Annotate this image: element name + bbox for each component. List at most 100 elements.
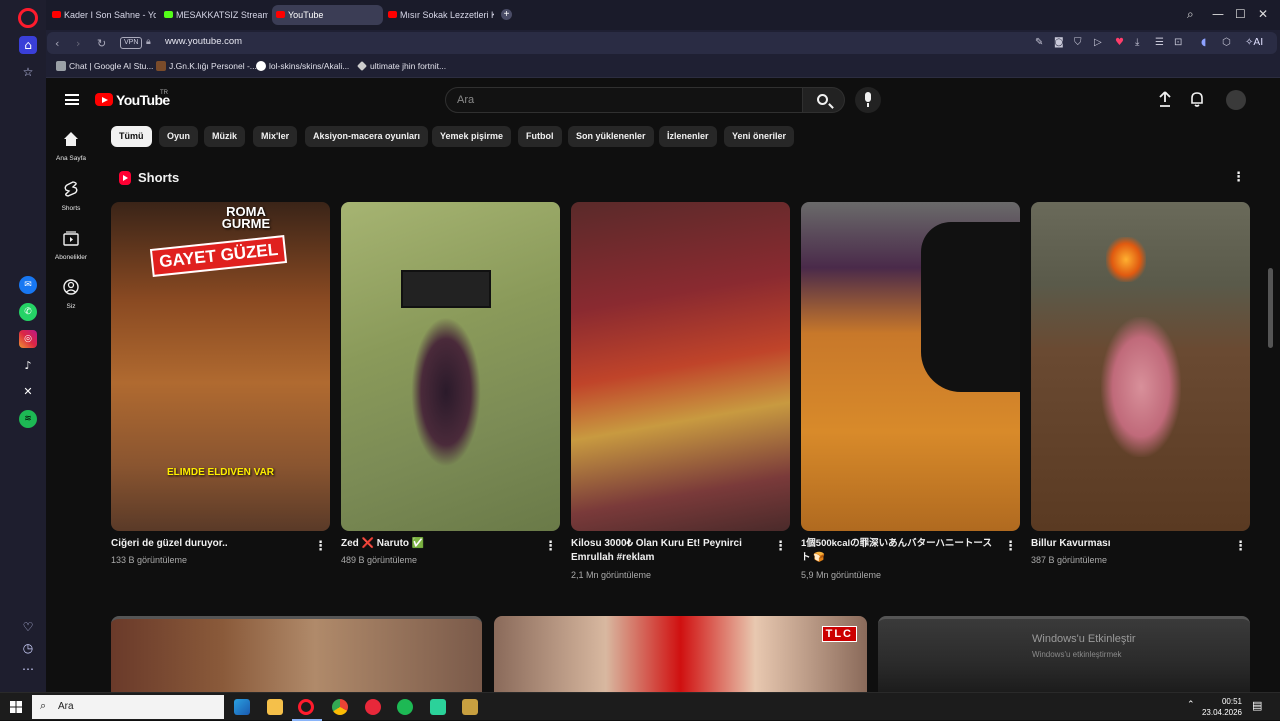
download-icon[interactable]: ⤓ [1135, 37, 1139, 48]
youtube-logo-icon[interactable] [95, 93, 113, 106]
short-thumbnail[interactable] [801, 202, 1020, 531]
clock-date: 23.04.2026 [1201, 708, 1242, 717]
red-app-icon[interactable] [365, 699, 381, 715]
chip-action-adventure[interactable]: Aksiyon-macera oyunları [305, 126, 429, 147]
shield-icon[interactable]: ⛉ [1074, 37, 1082, 48]
short-more-icon[interactable]: ⋮ [1004, 540, 1017, 553]
chrome-icon[interactable] [332, 699, 348, 715]
play-icon[interactable]: ▷ [1094, 37, 1102, 48]
short-title[interactable]: Ciğeri de güzel duruyor.. [111, 537, 301, 551]
tab-youtube[interactable]: YouTube [272, 5, 383, 25]
opera-logo[interactable] [18, 8, 38, 28]
video-thumbnail[interactable]: TLC [494, 616, 867, 692]
mail-app-icon[interactable] [234, 699, 250, 715]
tab-misir-sokak[interactable]: Mısır Sokak Lezzetleri Kos [384, 5, 494, 25]
tab-mesakkatsiz[interactable]: MESAKKATSIZ Stream - W [160, 5, 268, 25]
search-button[interactable] [803, 87, 845, 113]
whatsapp-taskbar-icon[interactable] [430, 699, 446, 715]
upload-icon[interactable] [1159, 91, 1171, 107]
url-text[interactable]: www.youtube.com [165, 36, 242, 47]
short-more-icon[interactable]: ⋮ [1234, 540, 1247, 553]
guide-shorts[interactable]: Shorts [48, 181, 94, 212]
short-thumbnail[interactable] [341, 202, 560, 531]
short-thumbnail[interactable]: ROMA GURME GAYET GÜZEL ELIMDE ELDIVEN VA… [111, 202, 330, 531]
account-avatar[interactable] [1226, 90, 1246, 110]
audio-icon[interactable]: ◖ [1201, 37, 1206, 48]
chip-games[interactable]: Oyun [159, 126, 199, 147]
spotify-taskbar-icon[interactable] [397, 699, 413, 715]
lock-icon[interactable]: 🔒︎ [146, 37, 151, 47]
league-client-icon[interactable] [462, 699, 478, 715]
guide-subscriptions[interactable]: Abonelikler [48, 230, 94, 261]
chip-cooking[interactable]: Yemek pişirme [432, 126, 512, 147]
short-thumbnail[interactable] [1031, 202, 1250, 531]
user-circle-icon [63, 279, 79, 295]
short-title[interactable]: Billur Kavurması [1031, 537, 1221, 551]
menu-hamburger-icon[interactable] [65, 94, 79, 105]
chip-all[interactable]: Tümü [111, 126, 152, 147]
voice-search-button[interactable] [855, 87, 881, 113]
opera-taskbar-icon[interactable] [298, 699, 314, 715]
file-explorer-icon[interactable] [267, 699, 283, 715]
history-clock-icon[interactable]: ◷ [19, 639, 37, 657]
windows-start-icon[interactable] [10, 701, 22, 713]
short-thumbnail[interactable] [571, 202, 790, 531]
maximize-button[interactable]: ☐ [1235, 7, 1246, 21]
notifications-bell-icon[interactable] [1190, 91, 1204, 107]
edit-icon[interactable]: ✎ [1035, 37, 1043, 48]
tray-chevron-icon[interactable]: ⌃ [1187, 700, 1195, 710]
instagram-icon[interactable]: ◎ [19, 330, 37, 348]
short-title[interactable]: 1個500kcalの罪深いあんバターハニートースト 🍞 [801, 537, 997, 565]
short-more-icon[interactable]: ⋮ [314, 540, 327, 553]
tiktok-icon[interactable]: ♪ [19, 357, 37, 375]
minimize-button[interactable]: — [1212, 7, 1224, 21]
vpn-badge[interactable]: VPN [120, 37, 143, 49]
search-input[interactable]: Ara [445, 87, 803, 113]
chip-football[interactable]: Futbol [518, 126, 562, 147]
taskbar-search-input[interactable]: ⌕ Ara [32, 695, 224, 719]
chip-music[interactable]: Müzik [204, 126, 246, 147]
bookmark-jandarma-personel[interactable]: J.Gn.K.lığı Personel -... [156, 61, 257, 71]
windows-activation-watermark: Windows'u Etkinleştir [1032, 633, 1136, 645]
tab-search-icon[interactable]: ⌕ [1187, 7, 1194, 22]
extensions-cube-icon[interactable]: ⬡ [1222, 37, 1231, 48]
forward-icon[interactable]: › [76, 37, 80, 50]
more-dots-icon[interactable]: ⋯ [19, 660, 37, 678]
aria-ai-button[interactable]: ✧AI [1245, 37, 1263, 48]
messenger-icon[interactable]: ✉ [19, 276, 37, 294]
short-more-icon[interactable]: ⋮ [774, 540, 787, 553]
bookmark-lol-skins[interactable]: lol-skins/skins/Akali... [256, 61, 349, 71]
chip-mixes[interactable]: Mix'ler [253, 126, 298, 147]
snapshot-icon[interactable]: ⊡ [1174, 37, 1182, 48]
spotify-icon[interactable]: ≋ [19, 410, 37, 428]
video-thumbnail[interactable] [111, 616, 482, 692]
favorites-heart-icon[interactable]: ♡ [19, 618, 37, 636]
guide-you[interactable]: Siz [48, 279, 94, 310]
camera-icon[interactable]: ◙ [1054, 37, 1064, 48]
guide-home[interactable]: Ana Sayfa [48, 131, 94, 162]
bookmark-google-ai-studio[interactable]: Chat | Google AI Stu... [56, 61, 153, 71]
chip-new-to-you[interactable]: Yeni öneriler [724, 126, 795, 147]
x-twitter-icon[interactable]: ✕ [19, 383, 37, 401]
video-thumbnail[interactable]: Windows'u Etkinleştir Windows'u etkinleş… [878, 616, 1250, 692]
chip-recently-uploaded[interactable]: Son yüklenenler [568, 126, 654, 147]
notification-center-icon[interactable]: ▤ [1252, 699, 1262, 712]
chip-watched[interactable]: İzlenenler [659, 126, 717, 147]
bookmark-ultimate-jhin[interactable]: ultimate jhin fortnit... [357, 61, 446, 71]
shorts-more-icon[interactable]: ⋮ [1232, 171, 1245, 184]
back-icon[interactable]: ‹ [55, 37, 59, 50]
tab-kader[interactable]: Kader I Son Sahne - YouTu [48, 5, 156, 25]
short-more-icon[interactable]: ⋮ [544, 540, 557, 553]
close-window-button[interactable]: ✕ [1258, 7, 1268, 21]
speed-dial-icon[interactable]: ☆ [19, 63, 37, 81]
page-scrollbar[interactable] [1268, 268, 1273, 348]
reload-icon[interactable]: ↻ [97, 37, 106, 50]
heart-icon[interactable]: ♥ [1115, 37, 1124, 48]
new-tab-button[interactable]: + [501, 9, 512, 20]
home-icon[interactable]: ⌂ [19, 36, 37, 54]
short-title[interactable]: Zed ❌ Naruto ✅ [341, 537, 531, 551]
menu-list-icon[interactable]: ☰ [1155, 37, 1164, 48]
short-title[interactable]: Kilosu 3000₺ Olan Kuru Et! Peynirci Emru… [571, 537, 761, 565]
whatsapp-icon[interactable]: ✆ [19, 303, 37, 321]
taskbar-clock[interactable]: 00:51 23.04.2026 [1196, 696, 1242, 718]
